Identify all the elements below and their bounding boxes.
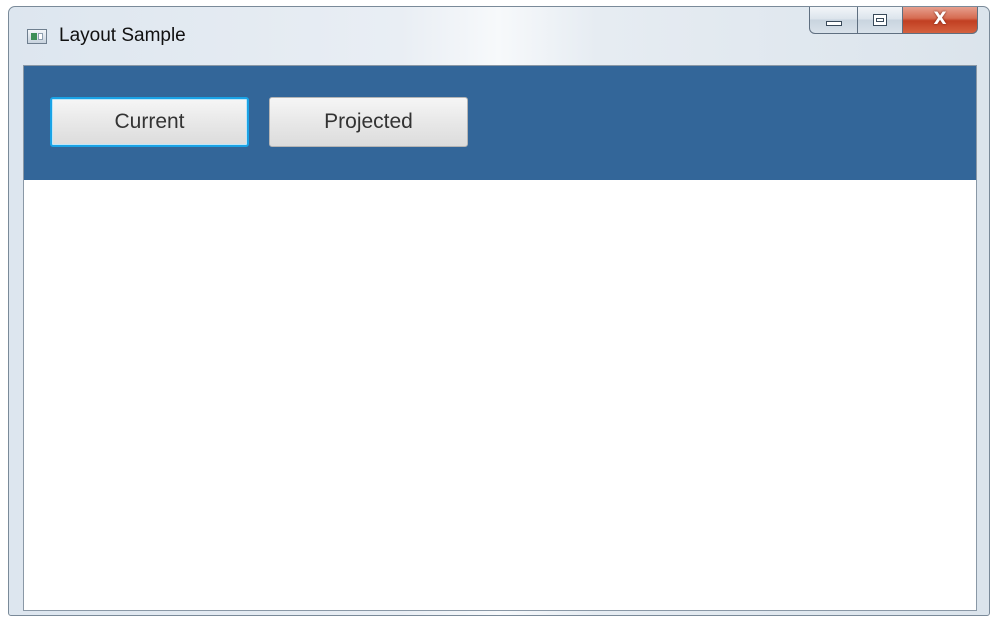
- window-title: Layout Sample: [59, 25, 186, 46]
- app-window: Layout Sample X Current Projected: [8, 6, 990, 616]
- maximize-button[interactable]: [858, 7, 903, 34]
- title-bar[interactable]: Layout Sample X: [9, 7, 989, 65]
- window-app-icon[interactable]: [27, 29, 47, 44]
- client-area: Current Projected: [23, 65, 977, 611]
- current-button[interactable]: Current: [50, 97, 249, 147]
- content-area: [24, 180, 976, 610]
- minimize-icon: [825, 20, 842, 26]
- app-icon-pane: [31, 33, 37, 40]
- caption-buttons: X: [809, 7, 978, 34]
- close-icon: X: [933, 9, 947, 29]
- minimize-button[interactable]: [809, 7, 858, 34]
- projected-button[interactable]: Projected: [269, 97, 468, 147]
- close-button[interactable]: X: [903, 7, 978, 34]
- toolbar: Current Projected: [24, 66, 976, 180]
- app-icon-pane-right: [38, 33, 43, 40]
- maximize-icon: [873, 13, 887, 26]
